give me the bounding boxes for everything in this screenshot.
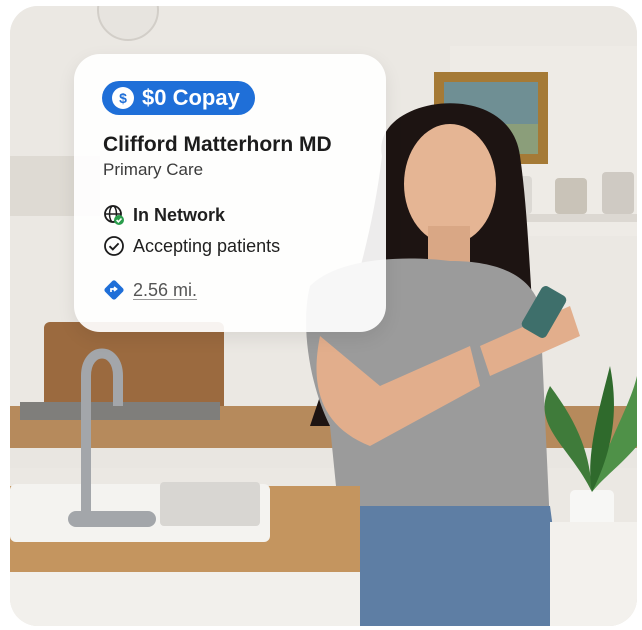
globe-check-icon — [104, 205, 124, 225]
dollar-coin-icon: $ — [112, 87, 134, 109]
provider-specialty: Primary Care — [103, 160, 204, 179]
check-circle-icon — [104, 236, 124, 256]
network-status: In Network — [103, 204, 225, 226]
provider-name[interactable]: Clifford Matterhorn MD — [103, 133, 332, 157]
copay-label: $0 Copay — [142, 85, 240, 110]
accepting-status: Accepting patients — [103, 235, 280, 257]
accepting-status-label: Accepting patients — [133, 235, 281, 256]
distance-value[interactable]: 2.56 mi. — [133, 280, 197, 301]
copay-badge: $ $0 Copay — [102, 81, 255, 115]
network-status-label: In Network — [133, 204, 226, 225]
provider-card[interactable]: $ $0 Copay Clifford Matterhorn MD Primar… — [74, 54, 386, 332]
directions-icon — [104, 280, 124, 300]
hero-photo-frame: $ $0 Copay Clifford Matterhorn MD Primar… — [10, 6, 637, 626]
distance-link[interactable]: 2.56 mi. — [103, 279, 197, 301]
